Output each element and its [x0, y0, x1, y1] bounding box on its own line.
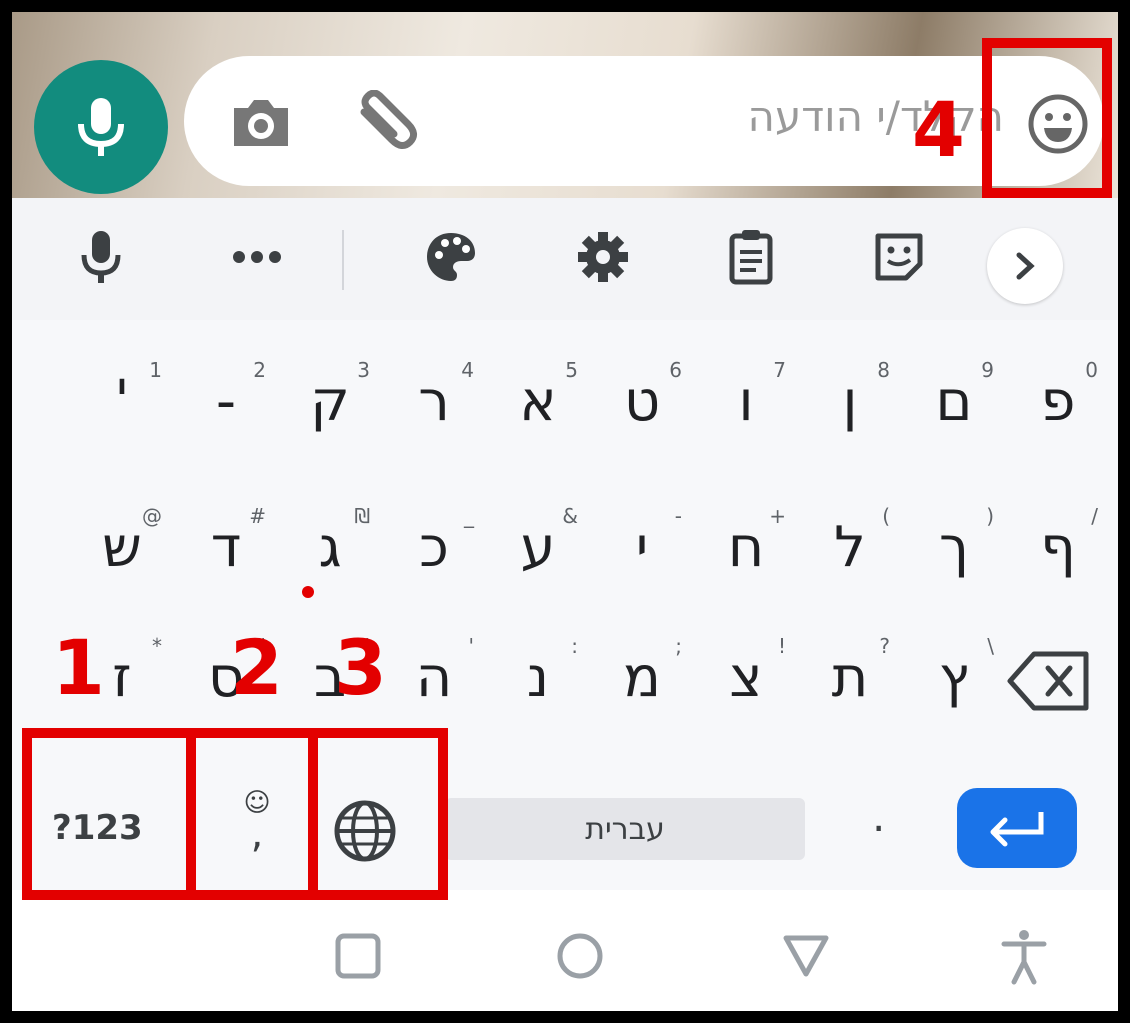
- circle-icon: [557, 933, 603, 979]
- key[interactable]: ת?: [800, 616, 900, 722]
- toolbar-mic-button[interactable]: [66, 222, 136, 292]
- key[interactable]: ט6: [592, 340, 692, 446]
- toolbar-divider: [342, 230, 344, 290]
- mic-icon: [78, 98, 124, 156]
- key[interactable]: -2: [176, 340, 276, 446]
- key[interactable]: צ!: [696, 616, 796, 722]
- toolbar-settings-button[interactable]: [568, 222, 638, 292]
- key[interactable]: ר4: [384, 340, 484, 446]
- annotation-number-3: 3: [334, 623, 387, 712]
- key[interactable]: ש @: [72, 486, 172, 592]
- keyboard-toolbar: [12, 198, 1118, 320]
- back-button[interactable]: [776, 926, 836, 986]
- annotation-box-3: [308, 728, 448, 900]
- key[interactable]: פ0: [1008, 340, 1108, 446]
- recents-button[interactable]: [328, 926, 388, 986]
- backspace-key[interactable]: [1004, 646, 1094, 716]
- accessibility-button[interactable]: [994, 926, 1054, 986]
- key[interactable]: ם9: [904, 340, 1004, 446]
- home-button[interactable]: [550, 926, 610, 986]
- screenshot-frame: הקלד/י הודעה ' 1 - 2 ק 3 ר 4 א 5 ט 6 ו 7…: [0, 0, 1130, 1023]
- key[interactable]: ו7: [696, 340, 796, 446]
- square-icon: [335, 933, 381, 979]
- period-key[interactable]: .: [872, 792, 885, 841]
- annotation-number-1: 1: [52, 623, 105, 712]
- enter-arrow-icon: [990, 812, 1044, 847]
- key[interactable]: ד #: [176, 486, 276, 592]
- space-label: עברית: [585, 811, 665, 847]
- key[interactable]: ה ': [384, 616, 484, 722]
- toolbar-clipboard-button[interactable]: [716, 222, 786, 292]
- annotation-number-2: 2: [230, 623, 283, 712]
- key-dot-marker: [302, 586, 314, 598]
- key[interactable]: ג ₪: [280, 486, 380, 592]
- system-nav-bar: [12, 890, 1118, 1011]
- toolbar-more-button[interactable]: [222, 222, 292, 292]
- key[interactable]: ף /: [1008, 486, 1108, 592]
- toolbar-theme-button[interactable]: [416, 222, 486, 292]
- key[interactable]: י-: [592, 486, 692, 592]
- key[interactable]: מ;: [592, 616, 692, 722]
- chevron-right-icon: [1016, 252, 1035, 280]
- backspace-icon: [1007, 651, 1089, 711]
- attach-icon[interactable]: [352, 89, 422, 160]
- accessibility-icon: [1001, 930, 1047, 985]
- key[interactable]: נ:: [488, 616, 588, 722]
- key[interactable]: ץ \: [904, 616, 1004, 722]
- space-key[interactable]: עברית: [445, 798, 805, 860]
- sticker-icon: [875, 233, 923, 281]
- key[interactable]: א5: [488, 340, 588, 446]
- key[interactable]: ך): [904, 486, 1004, 592]
- annotation-number-4: 4: [912, 85, 965, 174]
- key[interactable]: ן8: [800, 340, 900, 446]
- more-dots-icon: [233, 251, 281, 263]
- annotation-box-1: [22, 728, 196, 900]
- key[interactable]: ח +: [696, 486, 796, 592]
- key[interactable]: ל(: [800, 486, 900, 592]
- annotation-box-4: [982, 38, 1112, 198]
- palette-icon: [427, 233, 475, 281]
- camera-icon[interactable]: [228, 94, 294, 154]
- clipboard-icon: [729, 230, 773, 285]
- toolbar-sticker-button[interactable]: [864, 222, 934, 292]
- message-input[interactable]: הקלד/י הודעה: [184, 56, 1104, 186]
- gear-icon: [578, 232, 628, 282]
- annotation-box-2: [186, 728, 318, 900]
- voice-record-button[interactable]: [34, 60, 168, 194]
- enter-key[interactable]: [957, 788, 1077, 868]
- toolbar-expand-button[interactable]: [987, 228, 1063, 304]
- key[interactable]: כ _: [384, 486, 484, 592]
- key[interactable]: ע &: [488, 486, 588, 592]
- key[interactable]: ק3: [280, 340, 380, 446]
- key[interactable]: ' 1: [72, 340, 172, 446]
- triangle-icon: [783, 935, 829, 977]
- mic-icon: [81, 231, 121, 283]
